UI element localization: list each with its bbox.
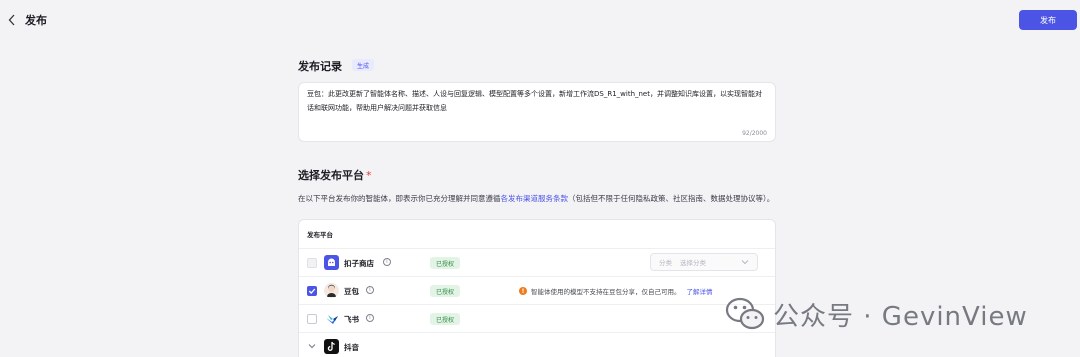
top-bar: 发布 发布 [0, 0, 1080, 40]
platform-row-coze-store: 扣子商店 i 已授权 分类 选择分类 [299, 248, 775, 276]
record-text: 豆包：此更改更新了智能体名称、描述、人设与回复逻辑、模型配置等多个设置，新增工作… [307, 90, 762, 112]
page-title: 发布 [25, 14, 47, 27]
chevron-down-icon [741, 260, 749, 265]
category-select[interactable]: 分类 选择分类 [650, 253, 758, 271]
auth-badge: 已授权 [430, 285, 461, 297]
doubao-checkbox[interactable] [307, 286, 317, 296]
platform-section-title: 选择发布平台 * [298, 167, 372, 183]
coze-store-logo-icon [324, 255, 339, 270]
info-icon[interactable]: i [366, 286, 374, 294]
warning-text: 智能体使用的模型不支持在豆包分享，仅自己可用。 [531, 288, 681, 296]
platform-name: 扣子商店 [344, 259, 374, 268]
desc-text-after: （包括但不限于任何隐私政策、社区指南、数据处理协议等）。 [568, 194, 775, 203]
feishu-logo-icon [324, 311, 339, 326]
coze-store-checkbox[interactable] [307, 258, 317, 268]
platform-name: 豆包 [344, 287, 359, 296]
info-icon[interactable]: i [383, 258, 391, 266]
learn-more-link[interactable]: 了解详情 [687, 286, 713, 296]
platform-row-douyin: 抖音 [299, 332, 775, 357]
platform-row-doubao: 豆包 i 已授权 ! 智能体使用的模型不支持在豆包分享，仅自己可用。 了解详情 [299, 276, 775, 304]
auth-badge: 已授权 [430, 313, 461, 325]
character-counter: 92/2000 [742, 130, 767, 137]
platform-table: 发布平台 扣子商店 i 已授权 分类 选择分类 豆包 i 已授权 ! 智能体使用… [298, 219, 776, 357]
service-terms-link[interactable]: 各发布渠道服务条款 [501, 194, 569, 203]
watermark-text: 公众号 · GevinView [773, 301, 1028, 332]
auth-badge: 已授权 [430, 257, 461, 269]
back-chevron-icon[interactable] [4, 11, 20, 29]
check-icon [308, 288, 316, 294]
douyin-logo-icon [324, 339, 339, 354]
select-label: 分类 [659, 259, 672, 267]
platform-row-feishu: 飞书 i 已授权 [299, 304, 775, 332]
platform-description: 在以下平台发布你的智能体，即表示你已充分理解并同意遵循各发布渠道服务条款（包括但… [298, 192, 778, 206]
warning-icon: ! [519, 287, 527, 295]
record-section-title: 发布记录 [298, 60, 342, 73]
doubao-logo-icon [324, 283, 339, 298]
chevron-down-icon[interactable] [307, 341, 317, 351]
select-placeholder: 选择分类 [680, 259, 706, 267]
feishu-checkbox[interactable] [307, 314, 317, 324]
model-warning: ! 智能体使用的模型不支持在豆包分享，仅自己可用。 了解详情 [519, 286, 713, 296]
record-textarea[interactable]: 豆包：此更改更新了智能体名称、描述、人设与回复逻辑、模型配置等多个设置，新增工作… [298, 82, 776, 142]
platform-name: 抖音 [344, 343, 359, 352]
platform-title-text: 选择发布平台 [298, 169, 364, 182]
generate-button[interactable]: 生成 [352, 59, 375, 71]
publish-button[interactable]: 发布 [1019, 10, 1077, 30]
platform-name: 飞书 [344, 315, 359, 324]
required-mark: * [366, 169, 372, 182]
table-header: 发布平台 [307, 231, 333, 239]
desc-text-before: 在以下平台发布你的智能体，即表示你已充分理解并同意遵循 [298, 194, 501, 203]
info-icon[interactable]: i [366, 314, 374, 322]
